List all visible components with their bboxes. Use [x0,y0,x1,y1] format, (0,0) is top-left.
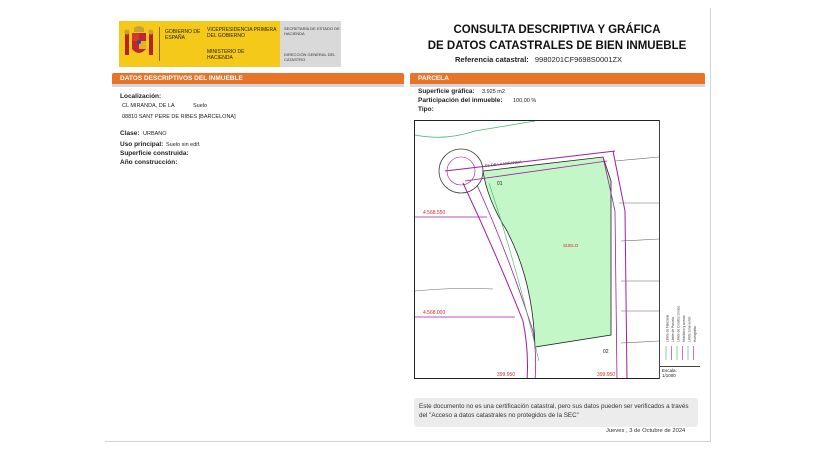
document-title: CONSULTA DESCRIPTIVA Y GRÁFICA DE DATOS … [398,22,716,54]
scale-value-text: 1/1000 [662,373,676,378]
vicepresidencia-label: VICEPRESIDENCIA PRIMERA DEL GOBIERNO [207,27,277,39]
tipo-label: Tipo: [418,106,434,113]
address-use: Suelo [193,103,208,109]
legend-item: Hidrografía [693,326,697,342]
participacion-label: Participación del inmueble: [418,97,503,104]
header-divider [159,27,160,61]
coord-y2: 4.568.000 [423,310,445,316]
descriptivos-section-title: DATOS DESCRIPTIVOS DEL INMUEBLE [112,73,404,84]
anio-construccion-label: Año construcción: [120,159,178,166]
title-line-2: DE DATOS CATASTRALES DE BIEN INMUEBLE [427,40,687,52]
cadastral-map[interactable]: 4.568.550 4.568.000 399.950 399.950 01 0… [414,120,700,379]
direccion-label: DIRECCIÓN GENERAL DEL CATASTRO [284,52,336,62]
coat-of-arms-icon [119,21,159,67]
secretaria-label: SECRETARÍA DE ESTADO DE HACIENDA [284,26,340,36]
address-line-2: 08810 SANT PERE DE RIBES [BARCELONA] [122,114,236,120]
uso-principal-label: Uso principal: [120,141,164,148]
map-legend: Límite de Manzana Límite de Parcela Límite… [659,120,700,370]
scale-box: Escala: 1/1000 [659,366,700,379]
legend-item: Límite de Construcciones [677,306,681,342]
gobierno-label: GOBIERNO DE ESPAÑA [165,29,201,41]
corner-id-label: 02 [603,349,609,355]
clase-value: URBANO [143,131,167,137]
document-date: Jueves , 3 de Octubre de 2024 [606,428,686,434]
roundabout-inner [446,156,476,186]
coord-y1: 4.568.550 [423,210,445,216]
clase-label: Clase: [120,130,140,137]
superficie-grafica-value: 3.925 m2 [482,89,505,95]
superficie-grafica-label: Superficie gráfica: [418,88,475,95]
block-line [614,156,660,344]
legend-item: Límite de Parcela [671,317,675,342]
referencia-catastral: Referencia catastral: 9980201CF9698S0001… [455,55,622,64]
participacion-value: 100,00 % [513,98,537,104]
ministerio-label: MINISTERIO DE HACIENDA [207,49,245,61]
title-line-1: CONSULTA DESCRIPTIVA Y GRÁFICA [453,24,661,36]
address-line-1: CL MIRANDA, DE LA [122,103,175,109]
green-boundary-line [415,121,536,138]
legend-item: Mobiliario y aceras [682,315,686,342]
road-line [612,150,628,378]
descriptivos-bar-shadow [112,84,404,87]
scale-label: Escala: 1/1000 [662,368,677,378]
coord-x1: 399.950 [497,372,515,378]
parcel-center-label: SUELO [563,243,579,248]
parcela-section-title: PARCELA [410,73,705,84]
coord-x2: 399.950 [597,372,615,378]
parcel-id-label: 01 [497,181,503,187]
block-line [415,288,494,292]
parcela-bar-shadow [410,84,705,87]
uso-principal-value: Suelo sin edif. [166,142,201,148]
map-drawing: 4.568.550 4.568.000 399.950 399.950 01 0… [415,121,660,378]
legend-item: Límite zona verde [688,316,692,342]
street-label: CL DE LA MIRANDA [485,159,523,168]
legend-drawing: Límite de Manzana Límite de Parcela Límite… [666,306,697,360]
localizacion-label: Localización: [120,93,162,100]
ref-label: Referencia catastral: [455,55,529,64]
superficie-construida-label: Superficie construida: [120,150,189,157]
legend-item: Límite de Manzana [666,315,670,342]
verification-notice: Este documento no es una certificación c… [414,398,698,427]
ref-value: 9980201CF9698S0001ZX [534,55,623,64]
